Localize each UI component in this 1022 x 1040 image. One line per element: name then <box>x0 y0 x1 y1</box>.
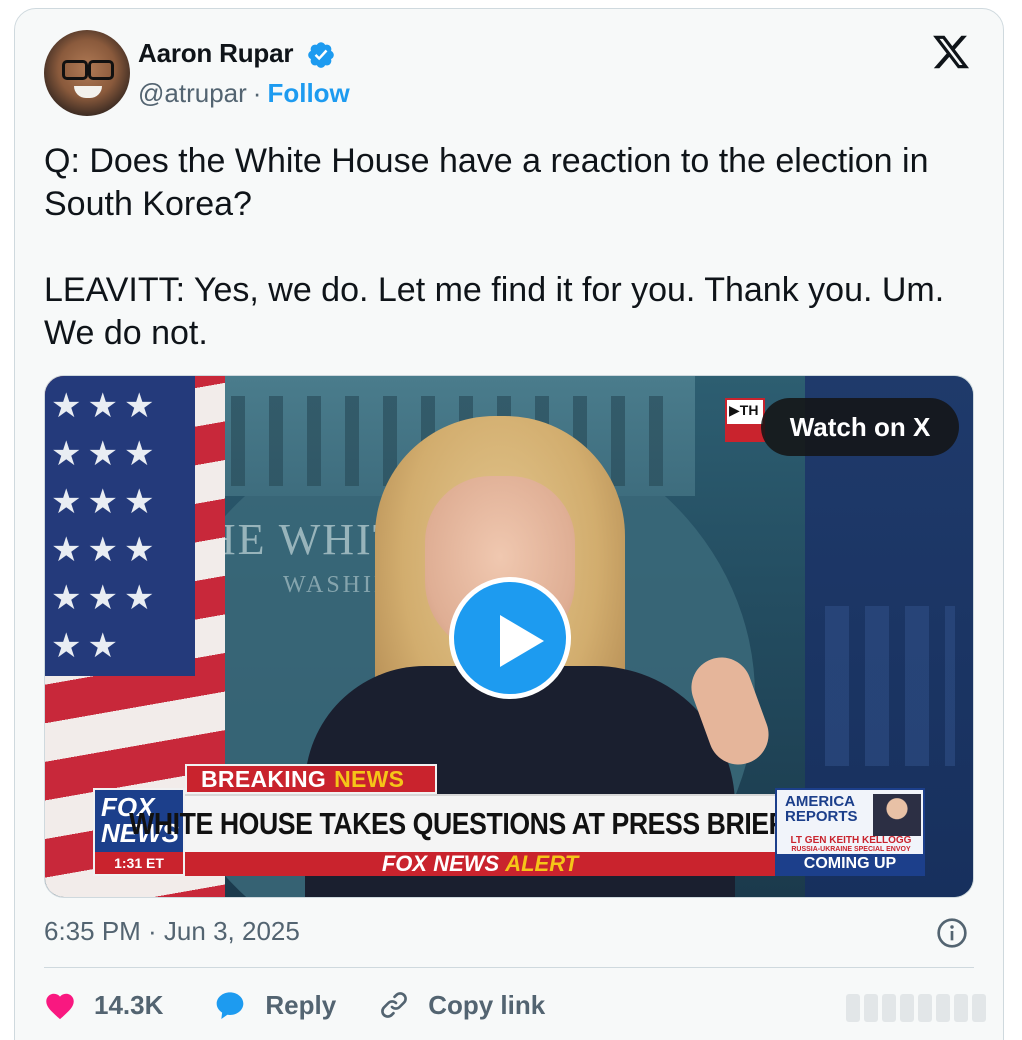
like-button[interactable]: 14.3K <box>44 990 163 1021</box>
author-handle[interactable]: @atrupar <box>138 78 247 108</box>
america-reports-promo: AMERICA REPORTS LT GEN KEITH KELLOGG RUS… <box>775 788 925 876</box>
link-icon <box>381 992 408 1018</box>
reply-bubble-icon <box>217 992 244 1019</box>
tweet-timestamp[interactable]: 6:35 PM · Jun 3, 2025 <box>44 916 300 947</box>
chyron-headline: WHITE HOUSE TAKES QUESTIONS AT PRESS BRI… <box>129 794 831 852</box>
info-icon[interactable] <box>936 917 968 949</box>
play-button-icon[interactable] <box>449 577 571 699</box>
reply-label: Reply <box>265 989 337 1020</box>
breaking-news-tag: BREAKING NEWS <box>185 764 437 794</box>
video-player[interactable]: THE WHITE WASHIN ★★★★★★★★★★★★★★★★★ Watch… <box>44 375 974 898</box>
heart-icon <box>46 993 74 1020</box>
action-bar: 14.3K Reply Copy link <box>44 985 545 1025</box>
avatar[interactable] <box>44 30 130 116</box>
copy-link-button[interactable]: Copy link <box>378 989 545 1021</box>
tweet-paragraph-question: Q: Does the White House have a reaction … <box>44 142 929 223</box>
live-tag-icon <box>725 398 765 442</box>
divider <box>44 967 974 968</box>
broadcast-time: 1:31 ET <box>95 852 183 874</box>
watermark <box>846 994 1016 1024</box>
author-name[interactable]: Aaron Rupar <box>138 38 293 69</box>
fox-news-alert-bar: FOX NEWS ALERT <box>185 851 775 876</box>
reply-button[interactable]: Reply <box>213 989 336 1021</box>
verified-badge-icon <box>308 42 334 68</box>
separator: · <box>252 78 262 108</box>
handle-row: @atrupar · Follow <box>138 78 350 109</box>
tweet-paragraph-answer: LEAVITT: Yes, we do. Let me find it for … <box>44 271 945 352</box>
promo-photo <box>873 794 921 836</box>
follow-link[interactable]: Follow <box>267 78 349 108</box>
copy-link-label: Copy link <box>428 989 546 1020</box>
tweet-text: Q: Does the White House have a reaction … <box>44 140 974 355</box>
watch-on-x-button[interactable]: Watch on X <box>761 398 959 456</box>
x-logo-icon[interactable] <box>930 32 972 72</box>
like-count: 14.3K <box>94 989 164 1020</box>
